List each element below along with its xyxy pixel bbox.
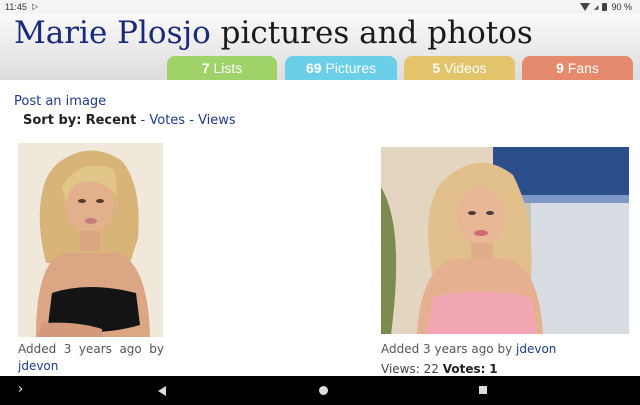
sort-votes-link[interactable]: Votes xyxy=(149,113,185,128)
sort-views-link[interactable]: Views xyxy=(198,113,236,128)
tab-videos-label: Videos xyxy=(444,60,487,76)
status-bar: 11:45 ▷ ◢ 90 % xyxy=(0,0,640,14)
tab-videos-count: 5 xyxy=(432,60,441,76)
page-header: Marie Plosjo pictures and photos 7 Lists… xyxy=(0,14,640,80)
uploader-link[interactable]: jdevon xyxy=(516,342,556,356)
system-navigation-bar: › xyxy=(0,376,640,405)
votes-label: Votes: xyxy=(442,362,486,376)
added-word: ago xyxy=(119,342,142,356)
photo-caption: Added 3 years ago by jdevon xyxy=(18,342,164,373)
back-icon[interactable] xyxy=(158,386,166,396)
tab-lists-label: Lists xyxy=(213,60,243,76)
added-word: by xyxy=(149,342,164,356)
status-time: 11:45 xyxy=(5,2,27,12)
photo-thumbnail[interactable] xyxy=(18,143,163,337)
page-title: Marie Plosjo pictures and photos xyxy=(14,14,533,52)
tab-lists-count: 7 xyxy=(201,60,210,76)
photo-image xyxy=(381,147,629,334)
battery-level: 90 % xyxy=(611,2,632,12)
sort-bar: Sort by: Recent - Votes - Views xyxy=(23,113,236,128)
tab-lists[interactable]: 7 Lists xyxy=(167,56,277,80)
sort-recent: Recent xyxy=(85,113,137,128)
title-name-link[interactable]: Marie Plosjo xyxy=(14,15,211,51)
battery-icon xyxy=(602,3,608,11)
photo-stats: Views: 22 Votes: 1 xyxy=(381,362,556,376)
title-rest: pictures and photos xyxy=(220,15,533,51)
sort-separator: - xyxy=(185,113,199,128)
tab-pictures-count: 69 xyxy=(305,60,322,76)
signal-icon: ◢ xyxy=(593,4,599,11)
status-indicators: ◢ 90 % xyxy=(579,2,632,12)
votes-count: 1 xyxy=(489,362,498,376)
photo-image xyxy=(18,143,163,337)
added-word: years xyxy=(78,342,112,356)
play-store-icon: ▷ xyxy=(32,2,39,11)
tab-pictures[interactable]: 69 Pictures xyxy=(285,56,397,80)
sort-label: Sort by: xyxy=(23,113,82,128)
sort-separator: - xyxy=(136,113,150,128)
wifi-icon xyxy=(579,3,590,11)
photo-caption: Added 3 years ago by jdevon Views: 22 Vo… xyxy=(381,342,556,376)
added-word: 3 xyxy=(63,342,72,356)
tab-videos[interactable]: 5 Videos xyxy=(404,56,515,80)
chevron-right-icon[interactable]: › xyxy=(18,382,23,397)
added-text: Added 3 years ago by xyxy=(381,342,513,356)
tab-fans-count: 9 xyxy=(556,60,564,76)
home-icon[interactable] xyxy=(319,386,328,395)
views-count: 22 xyxy=(423,362,439,376)
post-image-link[interactable]: Post an image xyxy=(14,94,106,109)
tab-fans-label: Fans xyxy=(567,60,599,76)
uploader-link[interactable]: jdevon xyxy=(18,359,164,373)
category-tabs: 7 Lists 69 Pictures 5 Videos 9 Fans xyxy=(0,56,640,80)
tab-fans[interactable]: 9 Fans xyxy=(522,56,633,80)
recents-icon[interactable] xyxy=(479,386,487,394)
views-label: Views: xyxy=(381,362,420,376)
tab-pictures-label: Pictures xyxy=(325,60,377,76)
photo-thumbnail[interactable] xyxy=(381,147,629,334)
added-word: Added xyxy=(18,342,57,356)
added-line: Added 3 years ago by xyxy=(18,342,164,356)
